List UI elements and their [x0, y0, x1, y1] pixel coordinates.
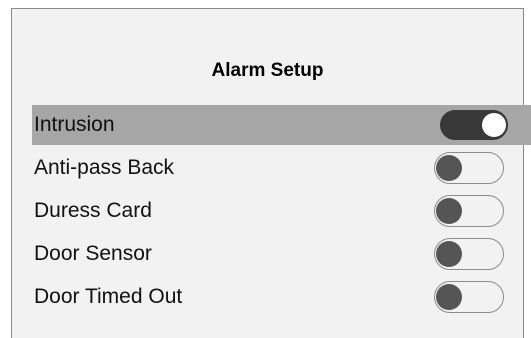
alarm-label-door-timed-out: Door Timed Out: [34, 285, 183, 308]
alarm-label-intrusion: Intrusion: [34, 113, 115, 136]
toggle-knob: [436, 155, 462, 181]
alarm-row-door-timed-out[interactable]: Door Timed Out: [32, 277, 531, 317]
alarm-label-duress-card: Duress Card: [34, 199, 152, 222]
intrusion-toggle[interactable]: [440, 110, 508, 140]
anti-pass-back-toggle[interactable]: [434, 152, 504, 184]
alarm-row-intrusion[interactable]: Intrusion: [32, 105, 531, 145]
toggle-knob: [482, 113, 506, 137]
duress-card-toggle[interactable]: [434, 195, 504, 227]
door-timed-out-toggle[interactable]: [434, 281, 504, 313]
alarm-row-anti-pass-back[interactable]: Anti-pass Back: [32, 148, 531, 188]
toggle-knob: [436, 241, 462, 267]
alarm-row-duress-card[interactable]: Duress Card: [32, 191, 531, 231]
toggle-knob: [436, 198, 462, 224]
alarm-row-door-sensor[interactable]: Door Sensor: [32, 234, 531, 274]
alarm-setup-panel: Alarm Setup Intrusion Anti-pass Back Dur…: [11, 8, 531, 338]
alarm-label-anti-pass-back: Anti-pass Back: [34, 156, 175, 179]
toggle-knob: [436, 284, 462, 310]
door-sensor-toggle[interactable]: [434, 238, 504, 270]
alarm-label-door-sensor: Door Sensor: [34, 242, 152, 265]
page-title: Alarm Setup: [211, 60, 324, 81]
